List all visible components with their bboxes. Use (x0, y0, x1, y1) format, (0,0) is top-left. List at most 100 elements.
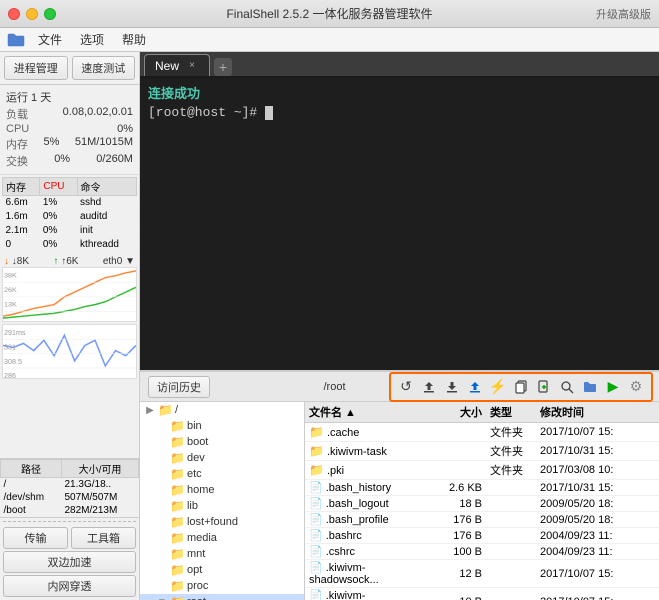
upgrade-button[interactable]: 升级高级版 (596, 6, 651, 22)
folder-icon: 📁 (309, 444, 324, 458)
folder-icon: 📁 (170, 467, 185, 481)
search-button[interactable] (556, 376, 578, 398)
process-manage-button[interactable]: 进程管理 (4, 56, 68, 80)
proc-mem: 2.1m (3, 224, 40, 238)
folder-icon: 📁 (170, 435, 185, 449)
toolbox-button[interactable]: 工具箱 (71, 527, 136, 549)
proc-cmd: sshd (77, 196, 136, 210)
mem-value: 5% (44, 136, 60, 152)
cpu-value: 0% (117, 123, 133, 135)
menubar: 文件 选项 帮助 (0, 28, 659, 52)
upload2-button[interactable] (464, 376, 486, 398)
new-file-button[interactable] (533, 376, 555, 398)
flash-button[interactable]: ⚡ (487, 376, 509, 398)
file-size: 176 B (435, 530, 490, 542)
close-button[interactable] (8, 8, 20, 20)
tree-item-home[interactable]: 📁home (140, 482, 304, 498)
speed-test-button[interactable]: 速度测试 (72, 56, 136, 80)
file-row[interactable]: 📄.kiwivm-shadowsock... 10 B 2017/10/07 1… (305, 588, 659, 600)
tab-label: New (155, 59, 179, 73)
col-cpu: CPU (40, 178, 77, 196)
file-row[interactable]: 📁.pki 文件夹 2017/03/08 10: (305, 461, 659, 480)
double-add-button[interactable]: 双边加速 (3, 551, 136, 573)
menu-options[interactable]: 选项 (72, 29, 112, 50)
file-name: 📁.cache (309, 425, 435, 439)
file-name: 📄.bashrc (309, 529, 435, 542)
menu-file[interactable]: 文件 (30, 29, 70, 50)
file-name: 📁.pki (309, 463, 435, 477)
mem-detail: 51M/1015M (75, 136, 133, 152)
tab-close-button[interactable]: × (185, 59, 199, 73)
proc-mem: 1.6m (3, 210, 40, 224)
dropdown-icon[interactable]: ▼ (125, 256, 135, 267)
open-folder-button[interactable] (579, 376, 601, 398)
terminal[interactable]: 连接成功 [root@host ~]# (140, 78, 659, 370)
svg-text:26K: 26K (4, 287, 17, 294)
file-row[interactable]: 📄.bash_profile 176 B 2009/05/20 18: (305, 512, 659, 528)
copy-button[interactable] (510, 376, 532, 398)
download-button[interactable] (441, 376, 463, 398)
load-label: 负载 (6, 106, 28, 122)
file-row[interactable]: 📄.bash_history 2.6 KB 2017/10/31 15: (305, 480, 659, 496)
app-title: FinalShell 2.5.2 一体化服务器管理软件 (226, 5, 432, 22)
tree-item-mnt[interactable]: 📁mnt (140, 546, 304, 562)
tree-label: mnt (187, 548, 205, 560)
tree-item-lib[interactable]: 📁lib (140, 498, 304, 514)
settings-button[interactable]: ⚙ (625, 376, 647, 398)
path-right: /root (284, 381, 385, 393)
file-date: 2004/09/23 11: (540, 546, 655, 558)
down-value: ↓8K (12, 256, 29, 267)
svg-text:38K: 38K (4, 273, 17, 280)
maximize-button[interactable] (44, 8, 56, 20)
minimize-button[interactable] (26, 8, 38, 20)
tree-label: opt (187, 564, 202, 576)
new-tab-button[interactable]: + (214, 58, 232, 76)
disk-path: /dev/shm (1, 491, 62, 504)
file-name: 📄.bash_profile (309, 513, 435, 526)
path-display: 访问历史 /root (144, 376, 385, 398)
file-row[interactable]: 📄.cshrc 100 B 2004/09/23 11: (305, 544, 659, 560)
run-button[interactable]: ▶ (602, 376, 624, 398)
tree-item-media[interactable]: 📁media (140, 530, 304, 546)
tree-item-dev[interactable]: 📁dev (140, 450, 304, 466)
file-row[interactable]: 📄.bashrc 176 B 2004/09/23 11: (305, 528, 659, 544)
file-row[interactable]: 📄.bash_logout 18 B 2009/05/20 18: (305, 496, 659, 512)
up-speed: ↑ ↑6K (53, 256, 78, 267)
folder-icon: 📁 (309, 463, 324, 477)
tree-item-proc[interactable]: 📁proc (140, 578, 304, 594)
file-row[interactable]: 📁.kiwivm-task 文件夹 2017/10/31 15: (305, 442, 659, 461)
tree-item-boot[interactable]: 📁boot (140, 434, 304, 450)
file-date: 2017/10/07 15: (540, 426, 655, 438)
file-row[interactable]: 📄.kiwivm-shadowsock... 12 B 2017/10/07 1… (305, 560, 659, 588)
up-value: ↑6K (61, 256, 78, 267)
folder-icon: 📁 (170, 483, 185, 497)
tree-label: media (187, 532, 217, 544)
file-name: 📄.kiwivm-shadowsock... (309, 561, 435, 586)
file-date: 2009/05/20 18: (540, 498, 655, 510)
folder-icon: 📁 (170, 451, 185, 465)
proc-mem: 6.6m (3, 196, 40, 210)
upload-button[interactable] (418, 376, 440, 398)
visit-history-button[interactable]: 访问历史 (148, 376, 210, 398)
refresh-button[interactable]: ↺ (395, 376, 417, 398)
menu-help[interactable]: 帮助 (114, 29, 154, 50)
proc-cpu: 0% (40, 210, 77, 224)
tree-item-bin[interactable]: 📁bin (140, 418, 304, 434)
disk-path: / (1, 478, 62, 492)
tree-item-root[interactable]: ▼📁root (140, 594, 304, 600)
transfer-button[interactable]: 传输 (3, 527, 68, 549)
header-name[interactable]: 文件名 ▲ (309, 404, 435, 420)
folder-menu-icon[interactable] (4, 30, 28, 50)
tree-item-opt[interactable]: 📁opt (140, 562, 304, 578)
tree-item-lost+found[interactable]: 📁lost+found (140, 514, 304, 530)
inner-pass-button[interactable]: 内网穿透 (3, 575, 136, 597)
tree-label: bin (187, 420, 202, 432)
tree-label: root (187, 596, 206, 600)
file-row[interactable]: 📁.cache 文件夹 2017/10/07 15: (305, 423, 659, 442)
tab-new[interactable]: New × (144, 54, 210, 76)
col-mem: 内存 (3, 178, 40, 196)
tree-item-root[interactable]: ▶ 📁 / (140, 402, 304, 418)
file-icon: 📄 (309, 482, 323, 494)
terminal-success-line: 连接成功 (148, 86, 651, 104)
tree-item-etc[interactable]: 📁etc (140, 466, 304, 482)
